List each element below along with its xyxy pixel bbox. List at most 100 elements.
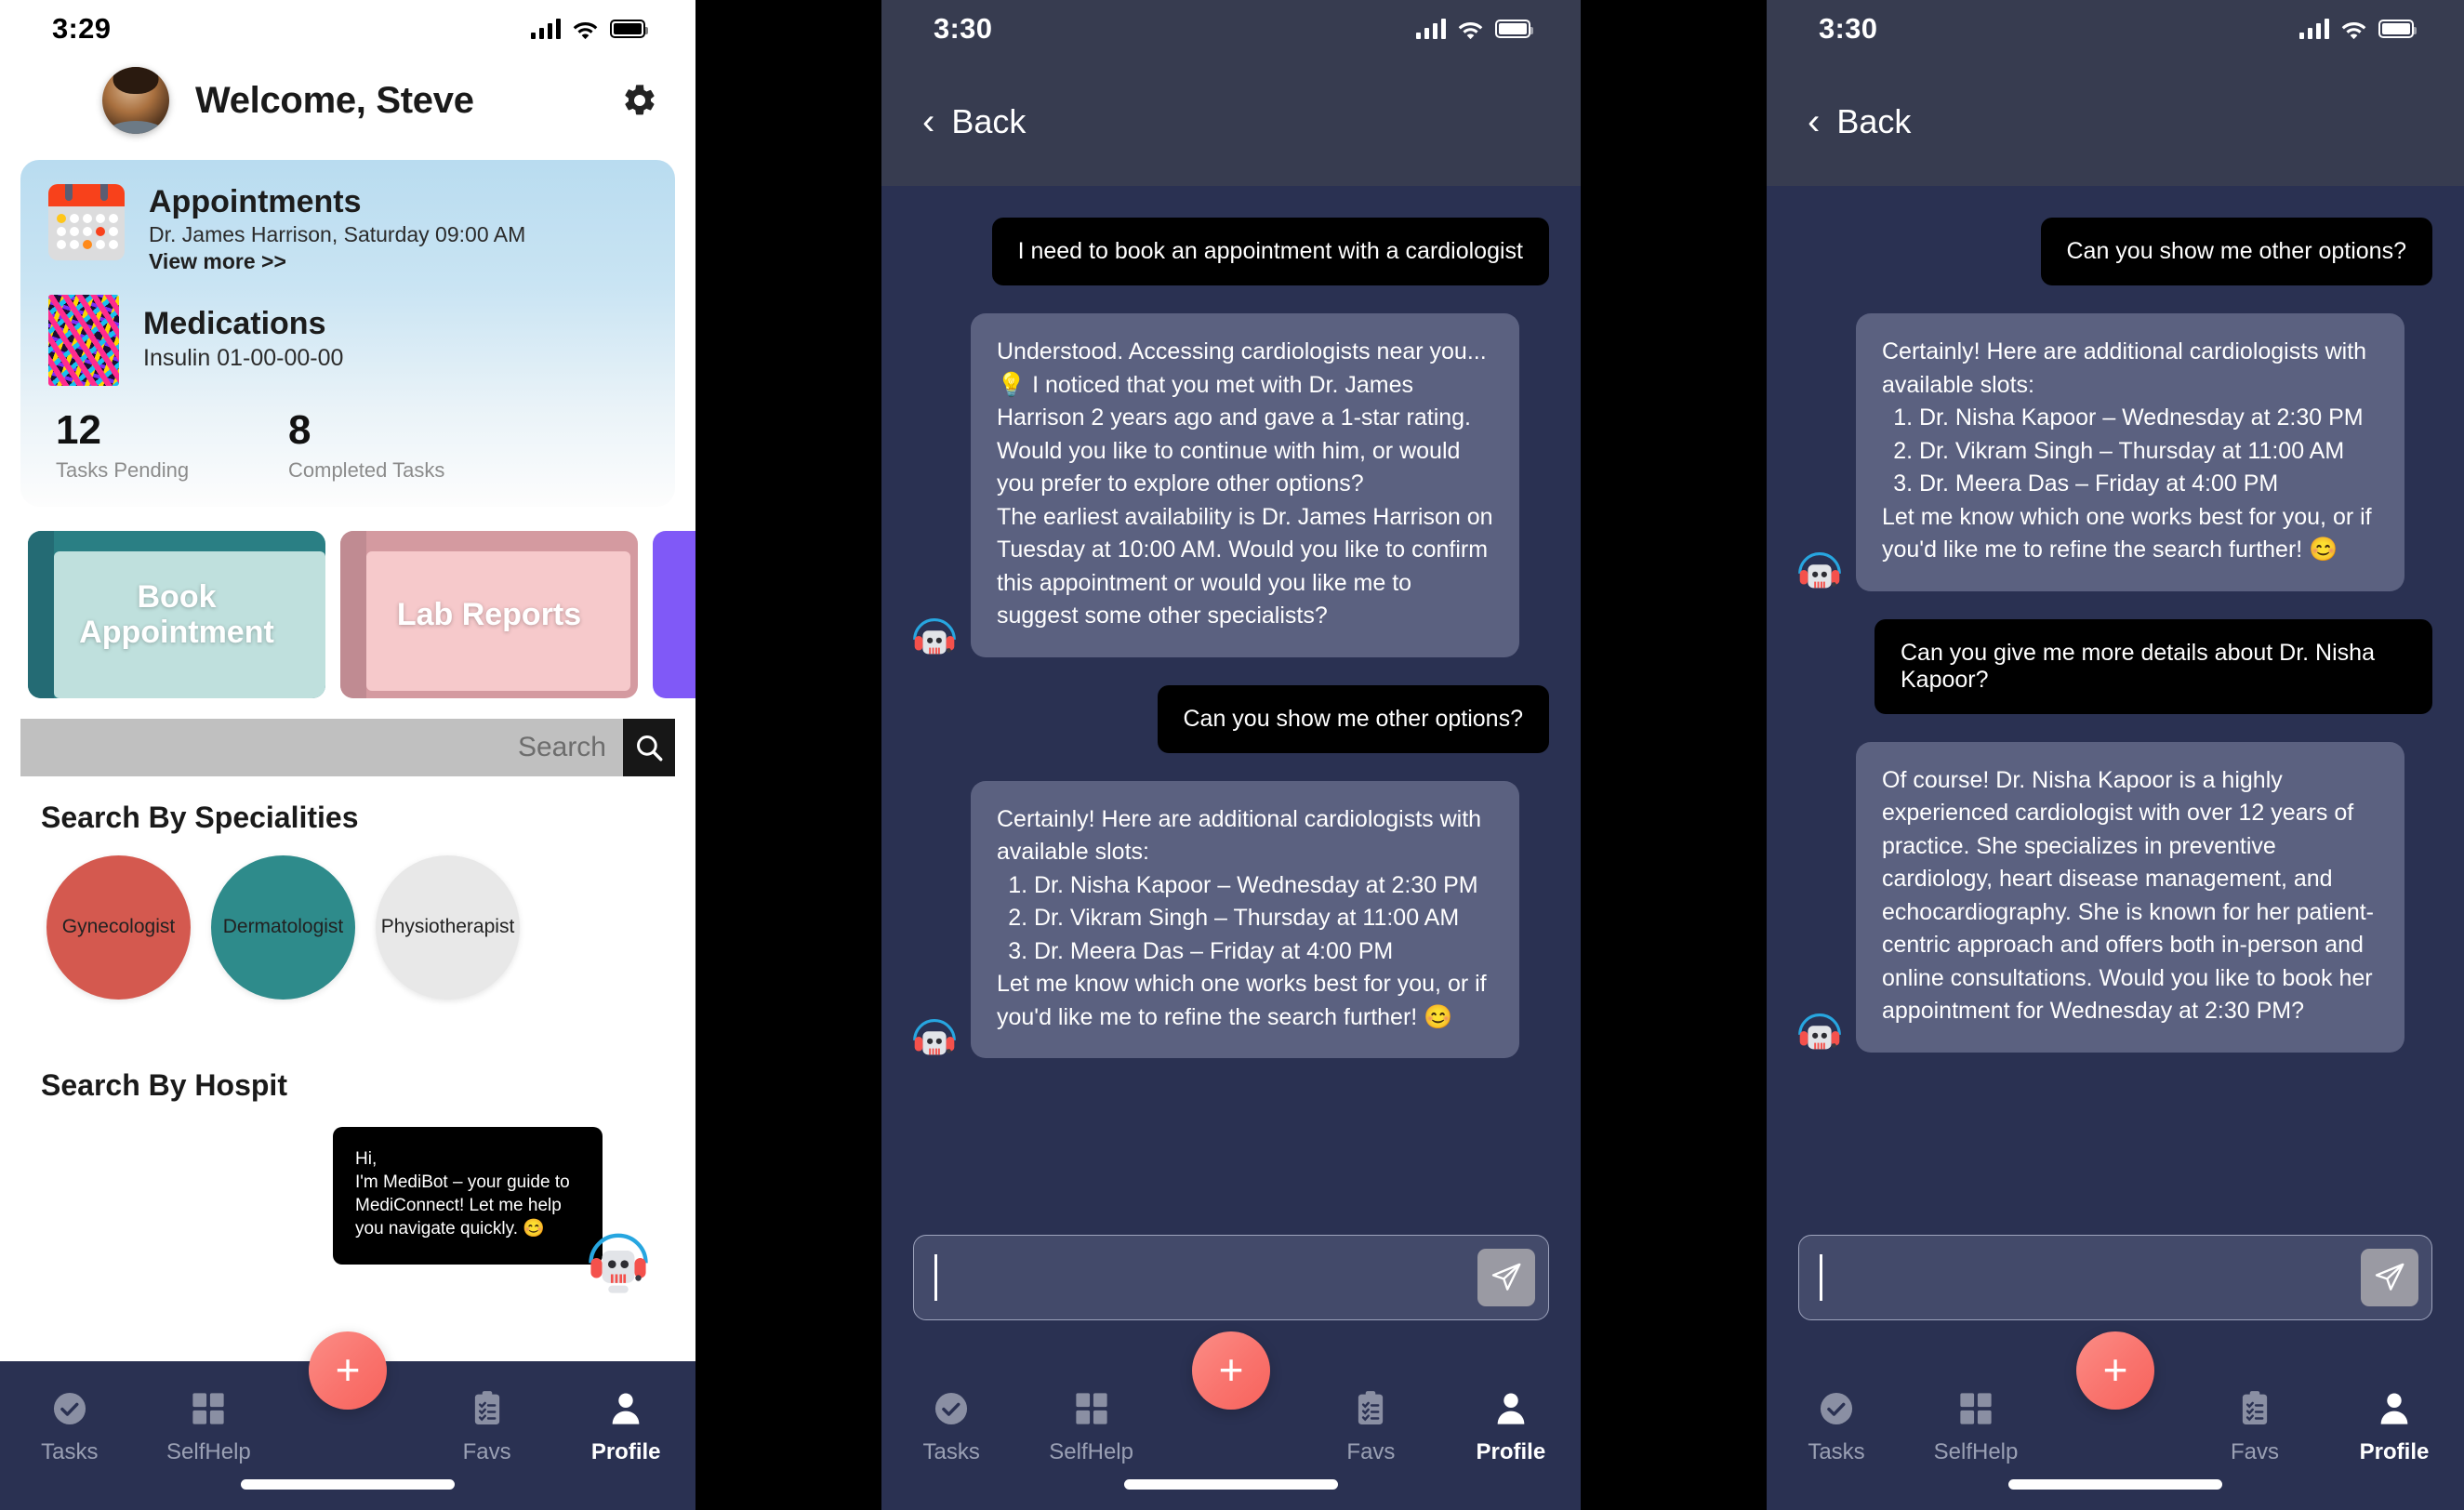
info-summary-card: Appointments Dr. James Harrison, Saturda… (20, 160, 675, 507)
medications-subtitle: Insulin 01-00-00-00 (143, 345, 344, 372)
wifi-icon (2341, 20, 2366, 39)
person-icon (2375, 1387, 2414, 1430)
list-item: Dr. Nisha Kapoor – Wednesday at 2:30 PM (1034, 869, 1493, 903)
avatar[interactable] (102, 67, 169, 134)
status-icons (1415, 19, 1533, 39)
robot-headset-icon (1791, 541, 1848, 599)
appointments-row[interactable]: Appointments Dr. James Harrison, Saturda… (48, 184, 647, 274)
chat-message-list[interactable]: I need to book an appointment with a car… (881, 186, 1581, 1361)
tab-favs[interactable]: Favs (1301, 1387, 1440, 1465)
text-caret (1820, 1254, 1822, 1301)
speciality-label: Dermatologist (222, 916, 344, 938)
medications-row[interactable]: Medications Insulin 01-00-00-00 (48, 294, 647, 386)
tab-label: Favs (462, 1439, 511, 1464)
person-icon (1491, 1387, 1530, 1430)
chat-message-bot: Understood. Accessing cardiologists near… (881, 313, 1581, 657)
appointments-subtitle: Dr. James Harrison, Saturday 09:00 AM (149, 222, 526, 247)
chat-message-bot: Certainly! Here are additional cardiolog… (881, 780, 1581, 1058)
chat-message-user: Can you show me other options? (1767, 218, 2464, 285)
back-button[interactable]: ‹ Back (1808, 102, 1911, 141)
back-button[interactable]: ‹ Back (922, 102, 1026, 141)
wifi-icon (573, 20, 598, 39)
speciality-label: Gynecologist (61, 916, 176, 938)
robot-headset-icon[interactable] (578, 1218, 658, 1298)
quick-card-label (653, 531, 695, 698)
phone-chat-screen-1: 3:30 ‹ Back I need to book an appointmen… (881, 0, 1581, 1510)
pills-icon (48, 294, 119, 386)
screenshot-stage: 3:29 Welcome, Steve Appointments Dr. Jam… (0, 0, 2464, 1510)
gear-icon[interactable] (621, 82, 658, 119)
send-paper-plane-icon[interactable] (2361, 1249, 2418, 1306)
message-bubble: Certainly! Here are additional cardiolog… (1856, 313, 2404, 591)
message-paragraph: Certainly! Here are additional cardiolog… (1882, 338, 2367, 398)
doctor-slot-list: Dr. Nisha Kapoor – Wednesday at 2:30 PM … (1010, 869, 1493, 969)
page-title: Welcome, Steve (195, 79, 474, 121)
message-bubble: Of course! Dr. Nisha Kapoor is a highly … (1856, 741, 2404, 1053)
tab-selfhelp[interactable]: SelfHelp (139, 1387, 279, 1465)
stat-label: Tasks Pending (56, 457, 190, 482)
add-button[interactable]: + (309, 1331, 387, 1410)
tab-tasks[interactable]: Tasks (1767, 1387, 1906, 1465)
message-paragraph: Certainly! Here are additional cardiolog… (997, 805, 1482, 866)
status-bar: 3:29 (0, 0, 695, 58)
battery-icon (610, 20, 648, 38)
list-item: Dr. Vikram Singh – Thursday at 11:00 AM (1034, 902, 1493, 935)
tab-selfhelp[interactable]: SelfHelp (1021, 1387, 1160, 1465)
tab-favs[interactable]: Favs (2185, 1387, 2325, 1465)
search-bar[interactable]: Search (20, 718, 675, 776)
chat-message-user: Can you give me more details about Dr. N… (1767, 618, 2464, 714)
tab-label: Profile (2359, 1439, 2430, 1464)
chat-message-user: Can you show me other options? (881, 684, 1581, 753)
quick-card-third[interactable] (653, 530, 695, 698)
cellular-bars-icon (1415, 19, 1446, 39)
robot-headset-icon (906, 1008, 963, 1066)
speciality-dermatologist[interactable]: Dermatologist (211, 854, 355, 1000)
tab-profile[interactable]: Profile (2325, 1387, 2464, 1465)
speciality-physiotherapist[interactable]: Physiotherapist (376, 854, 520, 1000)
tab-label: SelfHelp (1933, 1439, 2019, 1464)
chat-header: ‹ Back (881, 58, 1581, 186)
quick-cards: Book Appointment Lab Reports (28, 530, 695, 698)
list-item: Dr. Vikram Singh – Thursday at 11:00 AM (1919, 435, 2378, 469)
appointments-title: Appointments (149, 184, 362, 219)
add-button[interactable]: + (1192, 1331, 1270, 1410)
tab-tasks[interactable]: Tasks (881, 1387, 1021, 1465)
phone-home-screen: 3:29 Welcome, Steve Appointments Dr. Jam… (0, 0, 695, 1510)
person-icon (606, 1387, 645, 1430)
tab-favs[interactable]: Favs (417, 1387, 557, 1465)
chat-header: ‹ Back (1767, 58, 2464, 186)
bot-greeting-tooltip: Hi, I'm MediBot – your guide to MediConn… (333, 1127, 603, 1265)
status-time: 3:29 (52, 12, 112, 45)
tab-profile[interactable]: Profile (556, 1387, 695, 1465)
message-paragraph: The earliest availability is Dr. James H… (997, 503, 1493, 629)
bottom-tab-bar: Tasks SelfHelp Favs Profile + (0, 1331, 695, 1510)
quick-card-book-appointment[interactable]: Book Appointment (28, 530, 325, 698)
view-more-link[interactable]: View more >> (149, 249, 525, 274)
battery-icon (1495, 20, 1533, 38)
message-bubble: Can you show me other options? (1157, 684, 1549, 753)
tab-profile[interactable]: Profile (1441, 1387, 1581, 1465)
home-indicator (2008, 1479, 2222, 1490)
tab-selfhelp[interactable]: SelfHelp (1906, 1387, 2046, 1465)
tab-label: Tasks (922, 1439, 980, 1464)
back-label: Back (951, 102, 1027, 140)
tab-label: Favs (2230, 1439, 2279, 1464)
message-input[interactable] (913, 1235, 1549, 1320)
robot-headset-icon (1791, 1002, 1848, 1060)
clipboard-checklist-icon (468, 1387, 507, 1430)
send-paper-plane-icon[interactable] (1477, 1249, 1535, 1306)
speciality-gynecologist[interactable]: Gynecologist (46, 854, 191, 1000)
add-button[interactable]: + (2076, 1331, 2154, 1410)
message-input[interactable] (1798, 1235, 2432, 1320)
tab-tasks[interactable]: Tasks (0, 1387, 139, 1465)
search-input[interactable]: Search (20, 718, 623, 776)
message-paragraph: Let me know which one works best for you… (1882, 503, 2372, 563)
stat-label: Completed Tasks (288, 457, 445, 482)
tab-label: SelfHelp (166, 1439, 251, 1464)
chat-message-list[interactable]: Can you show me other options? Certainly… (1767, 186, 2464, 1361)
search-icon[interactable] (623, 718, 675, 776)
tab-label: Tasks (1808, 1439, 1865, 1464)
text-caret (934, 1254, 937, 1301)
list-item: Dr. Nisha Kapoor – Wednesday at 2:30 PM (1919, 402, 2378, 435)
quick-card-lab-reports[interactable]: Lab Reports (340, 530, 638, 698)
